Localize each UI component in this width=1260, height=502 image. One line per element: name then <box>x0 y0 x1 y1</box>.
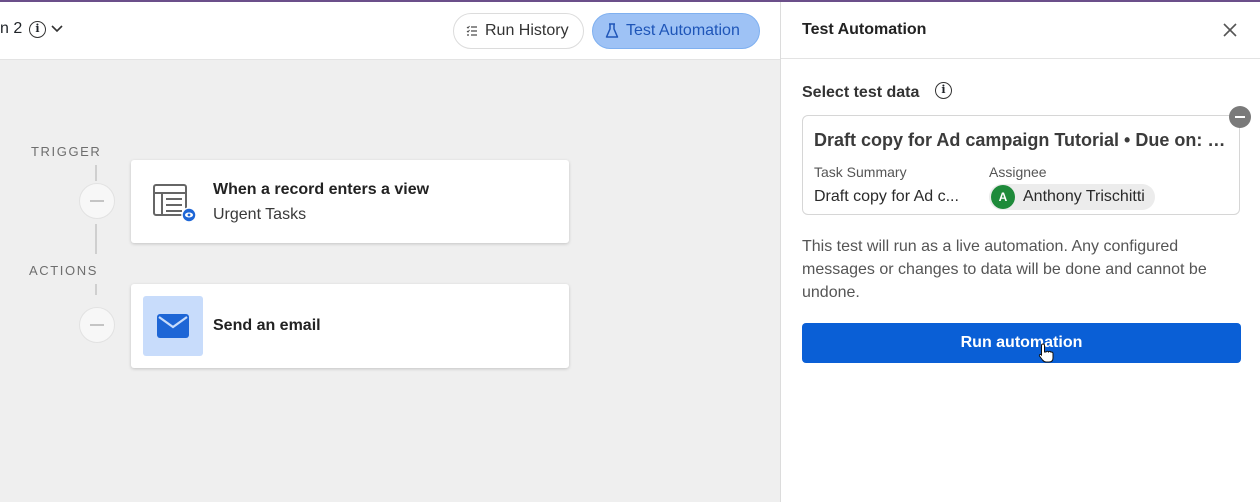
test-automation-panel: Test Automation Select test data i Draft… <box>780 2 1260 502</box>
hand-cursor-icon <box>1038 343 1054 363</box>
trigger-subtitle: Urgent Tasks <box>213 206 307 223</box>
table-view-icon <box>153 184 197 223</box>
info-icon[interactable]: i <box>29 21 46 38</box>
action-card[interactable]: Send an email <box>131 284 569 368</box>
workflow-name[interactable]: n 2 <box>0 20 22 38</box>
record-title: Draft copy for Ad campaign Tutorial • Du… <box>814 130 1229 150</box>
actions-section-label: ACTIONS <box>29 263 98 278</box>
workflow-header: n 2 i Run History Test Automation <box>0 2 780 60</box>
email-tile <box>143 296 203 356</box>
chevron-down-icon[interactable] <box>50 21 64 35</box>
flask-icon <box>605 23 619 38</box>
connector-line <box>95 224 97 254</box>
info-icon[interactable]: i <box>935 82 952 99</box>
run-automation-button[interactable]: Run automation <box>802 323 1241 363</box>
list-icon <box>466 25 477 36</box>
assignee-name: Anthony Trischitti <box>1023 188 1145 205</box>
workflow-canvas: n 2 i Run History Test Automation TRIGGE… <box>0 2 780 502</box>
trigger-node[interactable] <box>79 183 115 219</box>
test-automation-label: Test Automation <box>626 22 740 39</box>
select-test-data-label: Select test data <box>802 84 920 101</box>
field-label-assignee: Assignee <box>989 164 1047 180</box>
envelope-icon <box>157 314 189 338</box>
action-node[interactable] <box>79 307 115 343</box>
connector-line <box>95 284 97 295</box>
live-run-warning: This test will run as a live automation.… <box>802 238 1207 301</box>
remove-record-icon[interactable] <box>1229 106 1251 128</box>
field-label-task-summary: Task Summary <box>814 164 907 180</box>
test-automation-button[interactable]: Test Automation <box>592 13 760 49</box>
panel-header: Test Automation <box>781 2 1260 59</box>
trigger-title: When a record enters a view <box>213 181 430 198</box>
run-history-button[interactable]: Run History <box>453 13 584 49</box>
test-record-card[interactable]: Draft copy for Ad campaign Tutorial • Du… <box>802 115 1240 215</box>
connector-line <box>95 165 97 181</box>
assignee-pill: A Anthony Trischitti <box>989 184 1155 210</box>
close-icon[interactable] <box>1222 22 1238 38</box>
run-history-label: Run History <box>485 22 569 39</box>
trigger-card[interactable]: When a record enters a view Urgent Tasks <box>131 160 569 243</box>
avatar: A <box>991 185 1015 209</box>
trigger-section-label: TRIGGER <box>31 144 102 159</box>
action-title: Send an email <box>213 317 321 334</box>
field-value-task-summary: Draft copy for Ad c... <box>814 188 959 205</box>
panel-title: Test Automation <box>802 21 927 38</box>
